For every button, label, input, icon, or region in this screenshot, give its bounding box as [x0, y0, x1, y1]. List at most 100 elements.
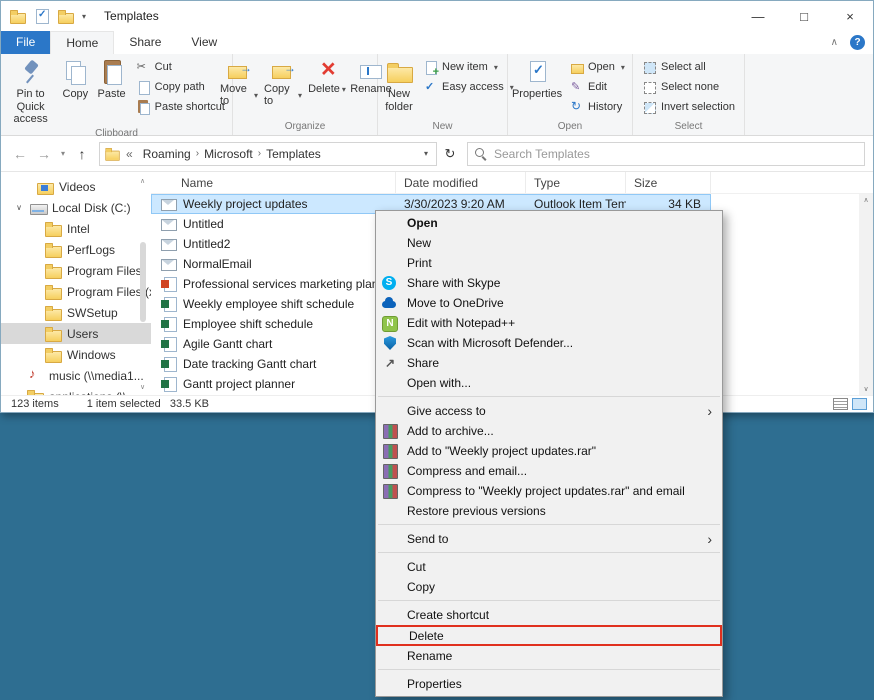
menu-item-scan-with-microsoft-defender[interactable]: Scan with Microsoft Defender...	[376, 333, 722, 353]
paste-button[interactable]: Paste	[93, 57, 129, 102]
ribbon-group-clipboard: Pin to Quick access Copy Paste Cut	[1, 54, 233, 135]
menu-item-send-to[interactable]: Send to›	[376, 529, 722, 549]
copy-path-button[interactable]: Copy path	[132, 77, 229, 97]
collapse-ribbon-icon[interactable]: ∧	[831, 37, 838, 48]
menu-item-rename[interactable]: Rename	[376, 646, 722, 666]
cut-button[interactable]: Cut	[132, 57, 229, 77]
back-button[interactable]: ←	[9, 146, 31, 162]
file-name-cell: Weekly employee shift schedule	[151, 294, 396, 314]
sidebar-item-swsetup[interactable]: SWSetup	[1, 302, 151, 323]
tab-file[interactable]: File	[1, 31, 50, 54]
search-box[interactable]: Search Templates	[467, 142, 865, 166]
column-header-size[interactable]: Size	[626, 172, 711, 193]
tab-share[interactable]: Share	[114, 31, 176, 54]
menu-item-create-shortcut[interactable]: Create shortcut	[376, 605, 722, 625]
move-to-button[interactable]: Move to▾	[218, 57, 260, 109]
menu-item-edit-with-notepad[interactable]: Edit with Notepad++	[376, 313, 722, 333]
sidebar-item-music-media1[interactable]: music (\\media1...	[1, 365, 151, 386]
column-header-date-modified[interactable]: Date modified	[396, 172, 526, 193]
breadcrumb-microsoft[interactable]: Microsoft	[199, 147, 258, 161]
open-button[interactable]: Open ▾	[565, 57, 629, 77]
menu-item-copy[interactable]: Copy	[376, 577, 722, 597]
new-item-button[interactable]: New item ▾	[419, 57, 518, 77]
minimize-button[interactable]: —	[735, 1, 781, 31]
qat-properties-icon[interactable]	[34, 9, 50, 23]
menu-item-restore-previous-versions[interactable]: Restore previous versions	[376, 501, 722, 521]
sidebar-item-program-files-x86[interactable]: Program Files (x86)	[1, 281, 151, 302]
help-icon[interactable]: ?	[850, 35, 865, 50]
menu-item-cut[interactable]: Cut	[376, 557, 722, 577]
group-label-new: New	[378, 120, 507, 135]
up-button[interactable]: ↑	[71, 146, 93, 162]
menu-item-give-access-to[interactable]: Give access to›	[376, 401, 722, 421]
sidebar-item-program-files[interactable]: Program Files	[1, 260, 151, 281]
refresh-button[interactable]: ↻	[439, 146, 461, 162]
select-none-button[interactable]: Select none	[638, 77, 739, 97]
copy-to-button[interactable]: Copy to▾	[262, 57, 304, 109]
scroll-up-icon[interactable]: ∧	[140, 177, 145, 185]
breadcrumb-roaming[interactable]: Roaming	[138, 147, 196, 161]
address-dropdown-icon[interactable]: ▾	[420, 149, 432, 158]
scroll-up-icon[interactable]: ∧	[863, 196, 868, 204]
history-button[interactable]: History	[565, 97, 629, 117]
forward-button[interactable]: →	[33, 146, 55, 162]
sidebar-item-users[interactable]: Users	[1, 323, 151, 344]
menu-item-open[interactable]: Open	[376, 213, 722, 233]
sidebar-item-intel[interactable]: Intel	[1, 218, 151, 239]
tab-home[interactable]: Home	[50, 31, 114, 54]
expand-chevron-icon[interactable]: ∨	[13, 203, 25, 212]
menu-item-new[interactable]: New	[376, 233, 722, 253]
properties-button[interactable]: Properties	[511, 57, 563, 102]
qat-customize-chevron-icon[interactable]: ▾	[82, 12, 86, 21]
sidebar-item-local-disk-c[interactable]: ∨Local Disk (C:)	[1, 197, 151, 218]
sidebar-item-applications[interactable]: applications (\\...	[1, 386, 151, 395]
new-folder-button[interactable]: New folder	[381, 57, 417, 114]
menu-item-label: Print	[407, 256, 432, 270]
menu-item-properties[interactable]: Properties	[376, 674, 722, 694]
column-header-name[interactable]: Name	[151, 172, 396, 193]
thumbnail-view-icon[interactable]	[852, 398, 867, 410]
menu-item-compress-to-weekly-project-updates-rar-and-email[interactable]: Compress to "Weekly project updates.rar"…	[376, 481, 722, 501]
details-view-icon[interactable]	[833, 398, 848, 410]
menu-item-delete[interactable]: Delete	[376, 625, 722, 646]
menu-item-share-with-skype[interactable]: Share with Skype	[376, 273, 722, 293]
app-folder-icon	[10, 9, 26, 23]
close-button[interactable]: ×	[827, 1, 873, 31]
menu-icon-slot	[382, 579, 398, 595]
easy-access-button[interactable]: Easy access ▾	[419, 77, 518, 97]
breadcrumb-templates[interactable]: Templates	[261, 147, 326, 161]
menu-item-open-with[interactable]: Open with...	[376, 373, 722, 393]
pin-icon	[15, 58, 47, 88]
paste-shortcut-button[interactable]: Paste shortcut	[132, 97, 229, 117]
group-label-select: Select	[633, 120, 744, 135]
menu-item-compress-and-email[interactable]: Compress and email...	[376, 461, 722, 481]
sidebar-item-videos[interactable]: Videos	[1, 176, 151, 197]
menu-item-add-to-weekly-project-updates-rar[interactable]: Add to "Weekly project updates.rar"	[376, 441, 722, 461]
tab-view[interactable]: View	[176, 31, 232, 54]
address-box[interactable]: « Roaming › Microsoft › Templates ▾	[99, 142, 437, 166]
file-list-scrollbar[interactable]: ∧ ∨	[859, 194, 873, 395]
file-name: NormalEmail	[183, 257, 252, 271]
recent-locations-chevron-icon[interactable]: ▾	[57, 149, 69, 158]
menu-item-add-to-archive[interactable]: Add to archive...	[376, 421, 722, 441]
sidebar-item-windows[interactable]: Windows	[1, 344, 151, 365]
menu-item-label: Compress and email...	[407, 464, 527, 478]
select-all-button[interactable]: Select all	[638, 57, 739, 77]
menu-item-move-to-onedrive[interactable]: Move to OneDrive	[376, 293, 722, 313]
sidebar-scrollbar[interactable]: ∧ ∨	[138, 177, 147, 391]
edit-icon	[569, 80, 584, 95]
menu-item-print[interactable]: Print	[376, 253, 722, 273]
pin-to-quick-access-button[interactable]: Pin to Quick access	[4, 57, 57, 127]
scroll-down-icon[interactable]: ∨	[140, 383, 145, 391]
maximize-button[interactable]: □	[781, 1, 827, 31]
breadcrumb-root[interactable]: «	[121, 147, 138, 161]
invert-selection-button[interactable]: Invert selection	[638, 97, 739, 117]
edit-button[interactable]: Edit	[565, 77, 629, 97]
column-header-type[interactable]: Type	[526, 172, 626, 193]
scroll-down-icon[interactable]: ∨	[863, 385, 868, 393]
copy-button[interactable]: Copy	[57, 57, 93, 102]
qat-new-folder-icon[interactable]	[58, 9, 74, 23]
menu-item-share[interactable]: Share	[376, 353, 722, 373]
delete-button[interactable]: Delete▾	[306, 57, 348, 97]
sidebar-item-perflogs[interactable]: PerfLogs	[1, 239, 151, 260]
